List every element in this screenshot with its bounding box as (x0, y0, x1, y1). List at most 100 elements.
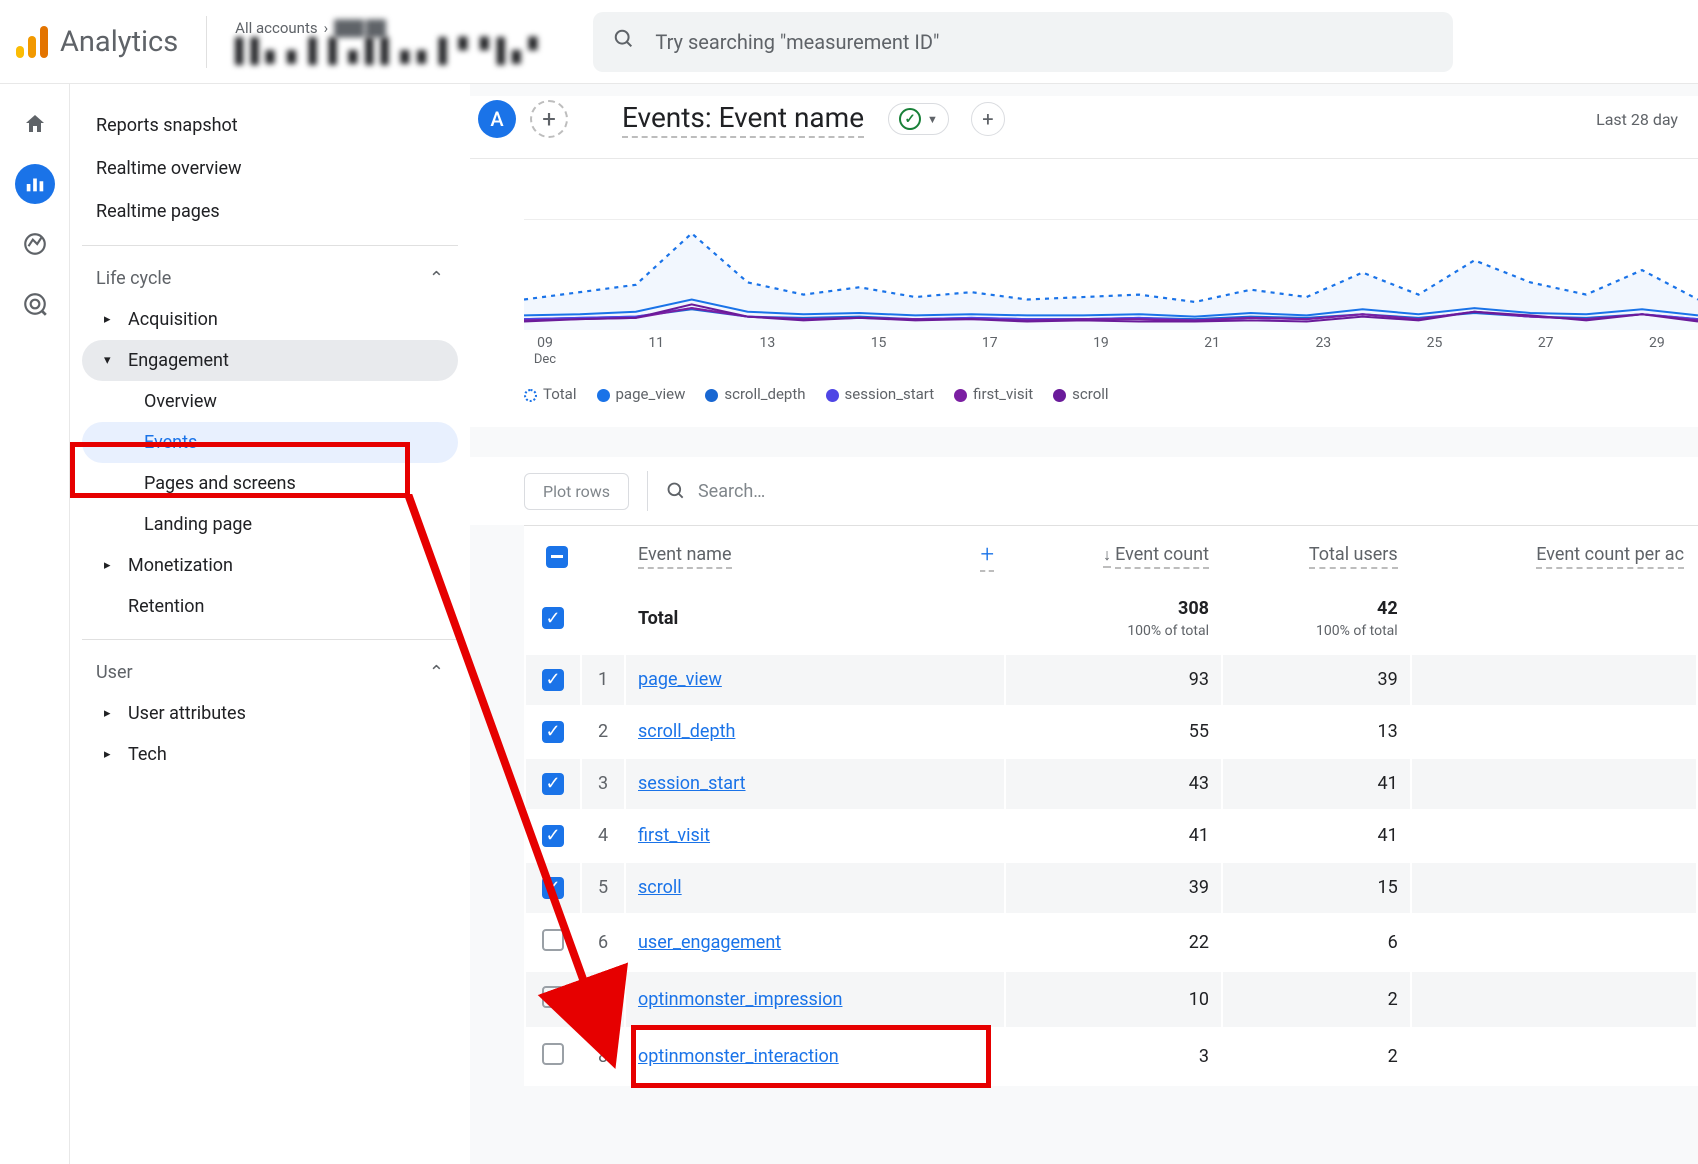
event-name-link[interactable]: session_start (638, 773, 746, 794)
nav-engagement[interactable]: ▾Engagement (82, 340, 458, 381)
row-checkbox[interactable] (542, 929, 564, 951)
nav-engagement-pages[interactable]: Pages and screens (82, 463, 458, 504)
legend-item[interactable]: scroll_depth (705, 385, 805, 403)
left-rail (0, 84, 70, 1164)
report-sidenav: Reports snapshot Realtime overview Realt… (70, 84, 470, 1164)
cell-event-count: 55 (1006, 707, 1221, 757)
search-icon (613, 28, 635, 55)
cell-event-count: 43 (1006, 759, 1221, 809)
event-name-link[interactable]: user_engagement (638, 932, 781, 953)
report-title[interactable]: Events: Event name (622, 101, 864, 138)
brand-block: Analytics (16, 16, 207, 68)
checkbox-icon[interactable]: ✓ (542, 607, 564, 629)
x-tick: 29 (1636, 335, 1678, 367)
add-filter-button[interactable]: + (971, 102, 1005, 136)
line-chart[interactable] (524, 219, 1698, 329)
nav-realtime-overview[interactable]: Realtime overview (82, 147, 458, 190)
cell-event-count: 10 (1006, 972, 1221, 1027)
row-index: 2 (582, 707, 624, 757)
nav-realtime-pages[interactable]: Realtime pages (82, 190, 458, 233)
nav-engagement-events[interactable]: Events (82, 422, 458, 463)
row-checkbox[interactable] (542, 1043, 564, 1065)
cell-total-users: 41 (1223, 759, 1410, 809)
row-index: 8 (582, 1029, 624, 1084)
rail-explore[interactable] (15, 224, 55, 264)
check-circle-icon: ✓ (899, 108, 921, 130)
event-name-link[interactable]: scroll (638, 877, 682, 898)
column-event-name[interactable]: Event name+ (626, 528, 1004, 582)
legend-item[interactable]: Total (524, 385, 577, 403)
column-total-users[interactable]: Total users (1223, 528, 1410, 582)
rail-home[interactable] (15, 104, 55, 144)
table-controls: Plot rows Search… (470, 457, 1698, 525)
rail-reports[interactable] (15, 164, 55, 204)
legend-item[interactable]: session_start (826, 385, 935, 403)
add-dimension-icon[interactable]: + (980, 540, 994, 572)
chevron-up-icon: ⌃ (429, 268, 444, 289)
caret-right-icon: ▸ (104, 312, 118, 327)
nav-section-lifecycle[interactable]: Life cycle ⌃ (82, 258, 458, 299)
nav-engagement-overview[interactable]: Overview (82, 381, 458, 422)
row-checkbox[interactable]: ✓ (542, 877, 564, 899)
legend-dot-icon (826, 389, 839, 402)
legend-item[interactable]: first_visit (954, 385, 1033, 403)
table-row: 6user_engagement226 (526, 915, 1696, 970)
caret-down-icon: ▾ (104, 353, 118, 368)
accounts-breadcrumb-value: ███ ██ (334, 19, 385, 37)
row-index: 1 (582, 655, 624, 705)
accounts-breadcrumb-label: All accounts (235, 19, 317, 37)
event-name-link[interactable]: first_visit (638, 825, 710, 846)
cell-event-count: 93 (1006, 655, 1221, 705)
legend-item[interactable]: page_view (597, 385, 686, 403)
cell-total-users: 2 (1223, 972, 1410, 1027)
cell-total-users: 15 (1223, 863, 1410, 913)
segment-chip-all-users[interactable]: A (478, 100, 516, 138)
rail-advertising[interactable] (15, 284, 55, 324)
row-index: 6 (582, 915, 624, 970)
event-name-link[interactable]: page_view (638, 669, 722, 690)
event-name-link[interactable]: scroll_depth (638, 721, 735, 742)
column-event-count-per[interactable]: Event count per ac (1412, 528, 1696, 582)
nav-user-attributes[interactable]: ▸User attributes (82, 693, 458, 734)
chevron-right-icon: › (324, 19, 329, 37)
nav-tech[interactable]: ▸Tech (82, 734, 458, 775)
row-checkbox[interactable]: ✓ (542, 721, 564, 743)
chart-legend: Total page_view scroll_depth session_start f… (524, 367, 1698, 403)
nav-section-user[interactable]: User ⌃ (82, 652, 458, 693)
cell-event-count: 3 (1006, 1029, 1221, 1084)
nav-monetization[interactable]: ▸Monetization (82, 545, 458, 586)
table-totals-row: ✓ Total 308100% of total 42100% of total (526, 584, 1696, 653)
row-checkbox[interactable] (542, 986, 564, 1008)
nav-reports-snapshot[interactable]: Reports snapshot (82, 104, 458, 147)
nav-acquisition[interactable]: ▸Acquisition (82, 299, 458, 340)
x-tick: 27 (1525, 335, 1567, 367)
header-checkbox[interactable] (526, 528, 580, 582)
x-tick: 25 (1414, 335, 1456, 367)
plot-rows-button[interactable]: Plot rows (524, 473, 629, 510)
table-search[interactable]: Search… (666, 481, 765, 502)
event-name-link[interactable]: optinmonster_impression (638, 989, 842, 1010)
x-tick: 21 (1191, 335, 1233, 367)
add-comparison-button[interactable]: + (530, 100, 568, 138)
row-checkbox[interactable]: ✓ (542, 669, 564, 691)
search-placeholder: Try searching "measurement ID" (655, 30, 939, 54)
global-search[interactable]: Try searching "measurement ID" (593, 12, 1453, 72)
row-index: 3 (582, 759, 624, 809)
table-row: ✓2scroll_depth5513 (526, 707, 1696, 757)
filter-pill[interactable]: ✓ ▼ (888, 103, 949, 135)
column-event-count[interactable]: ↓Event count (1006, 528, 1221, 582)
table-row: ✓4first_visit4141 (526, 811, 1696, 861)
account-selector[interactable]: All accounts › ███ ██ ▌▌▖ ▖ ▌ ▌ ▖▌▌ ▖▖ ▌… (207, 19, 545, 65)
table-row: ✓ 3 session_start 4341 (526, 759, 1696, 809)
event-name-link[interactable]: optinmonster_interaction (638, 1046, 839, 1067)
row-checkbox[interactable]: ✓ (542, 825, 564, 847)
x-tick: 15 (858, 335, 900, 367)
nav-engagement-landing[interactable]: Landing page (82, 504, 458, 545)
legend-item[interactable]: scroll (1053, 385, 1108, 403)
nav-retention[interactable]: Retention (82, 586, 458, 627)
legend-dot-icon (597, 389, 610, 402)
date-range-selector[interactable]: Last 28 day (1596, 110, 1678, 129)
brand-label: Analytics (60, 25, 178, 59)
cell-total-users: 39 (1223, 655, 1410, 705)
row-checkbox[interactable]: ✓ (542, 773, 564, 795)
